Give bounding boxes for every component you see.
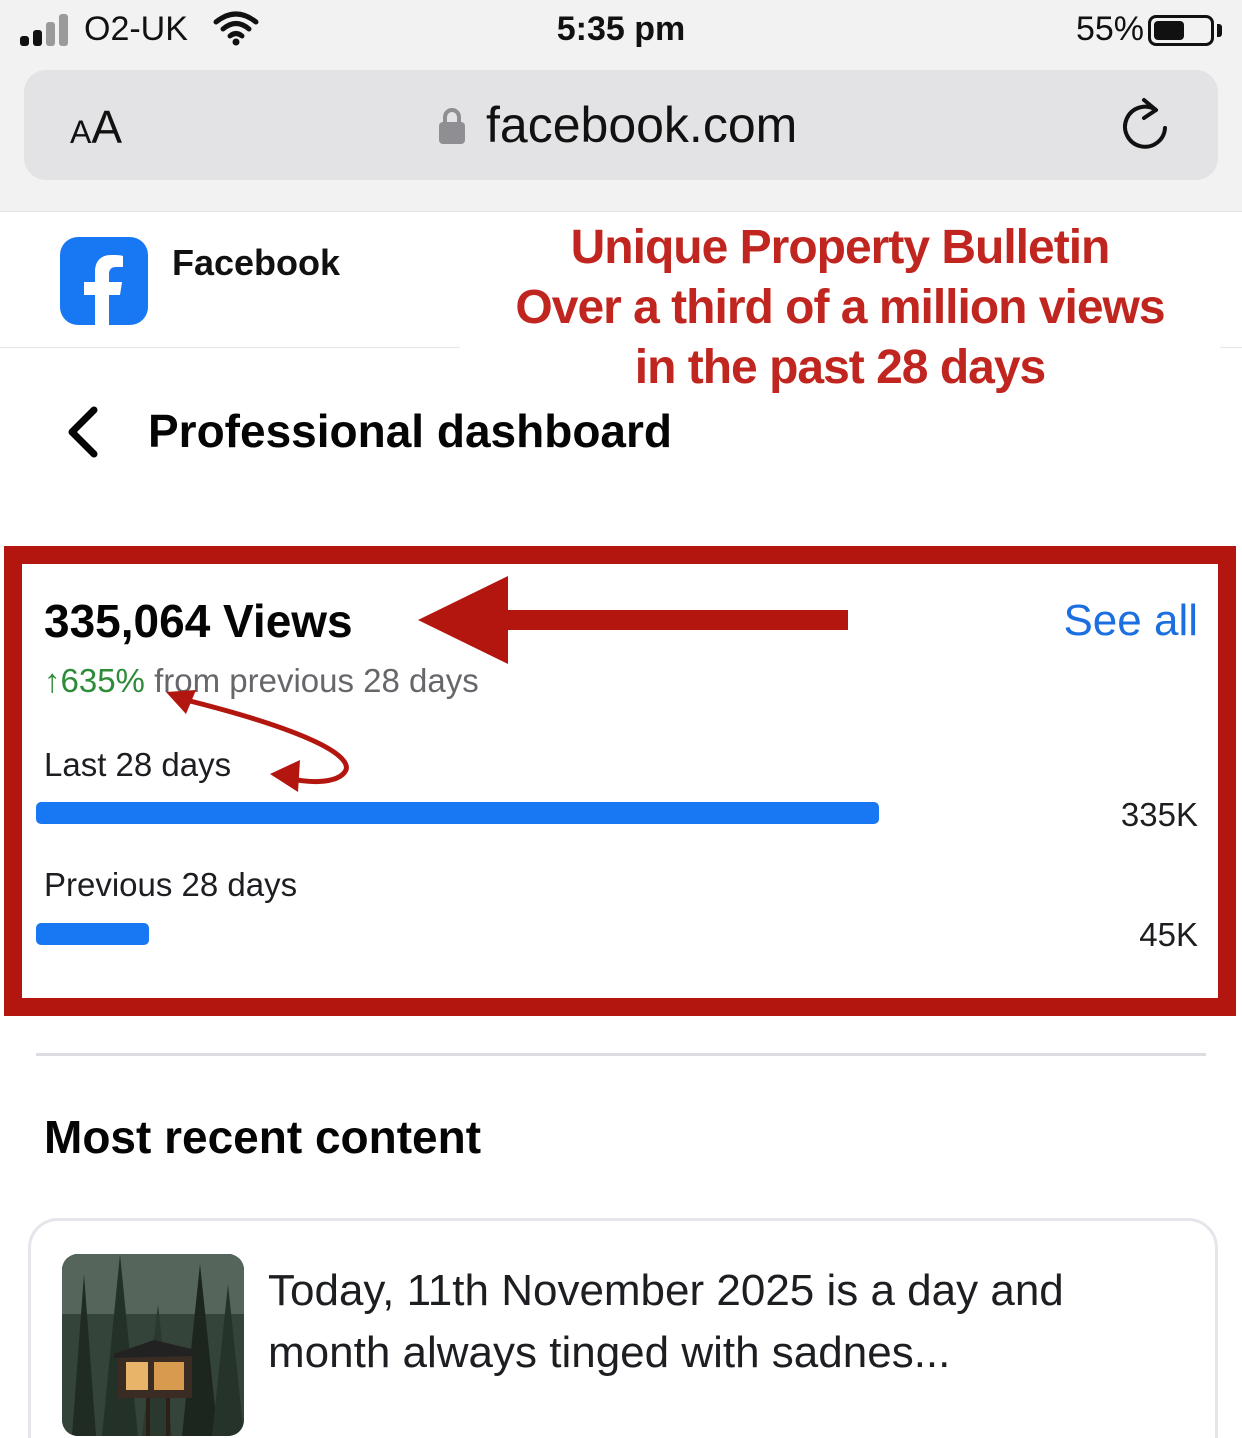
change-percent: 635% — [60, 662, 145, 699]
previous-28-days-label: Previous 28 days — [44, 866, 298, 903]
views-change: ↑635% from previous 28 days — [44, 662, 479, 700]
total-views: 335,064 Views — [44, 595, 353, 647]
text-size-small-glyph: A — [70, 114, 92, 150]
promo-line-1: Unique Property Bulletin — [570, 221, 1111, 274]
browser-toolbar: AA facebook.com — [0, 60, 1242, 212]
promo-annotation: Unique Property Bulletin Over a third of… — [460, 212, 1220, 398]
battery-percentage: 55% — [1075, 10, 1144, 48]
battery-icon — [1148, 15, 1214, 46]
facebook-logo-icon — [60, 237, 148, 325]
status-bar: O2-UK 5:35 pm 55% — [0, 0, 1242, 60]
reload-icon[interactable] — [1118, 96, 1174, 154]
promo-line-2: Over a third of a million views — [515, 281, 1165, 334]
lock-icon — [439, 108, 465, 144]
trend-up-arrow-icon: ↑ — [44, 662, 61, 699]
see-all-link[interactable]: See all — [1063, 596, 1198, 646]
section-divider — [36, 1053, 1206, 1056]
previous-28-days-bar — [36, 923, 149, 945]
text-size-large-glyph: A — [91, 101, 123, 153]
previous-28-days-value: 45K — [1139, 916, 1198, 953]
battery-nub — [1217, 24, 1222, 37]
battery-level — [1154, 21, 1184, 40]
url-domain[interactable]: facebook.com — [486, 96, 797, 154]
text-size-button[interactable]: AA — [70, 100, 122, 154]
last-28-days-value: 335K — [1120, 796, 1198, 833]
post-thumbnail[interactable] — [62, 1254, 244, 1436]
address-bar[interactable]: AA facebook.com — [24, 70, 1218, 180]
clock: 5:35 pm — [556, 10, 686, 48]
post-preview-text[interactable]: Today, 11th November 2025 is a day and m… — [268, 1260, 1168, 1384]
app-name: Facebook — [172, 242, 341, 283]
back-chevron-icon[interactable] — [60, 404, 104, 460]
last-28-days-bar — [36, 802, 879, 824]
change-caption: from previous 28 days — [154, 662, 479, 699]
promo-line-3: in the past 28 days — [634, 341, 1047, 394]
page-title: Professional dashboard — [148, 405, 673, 457]
section-title: Most recent content — [44, 1111, 482, 1163]
last-28-days-label: Last 28 days — [44, 746, 232, 783]
